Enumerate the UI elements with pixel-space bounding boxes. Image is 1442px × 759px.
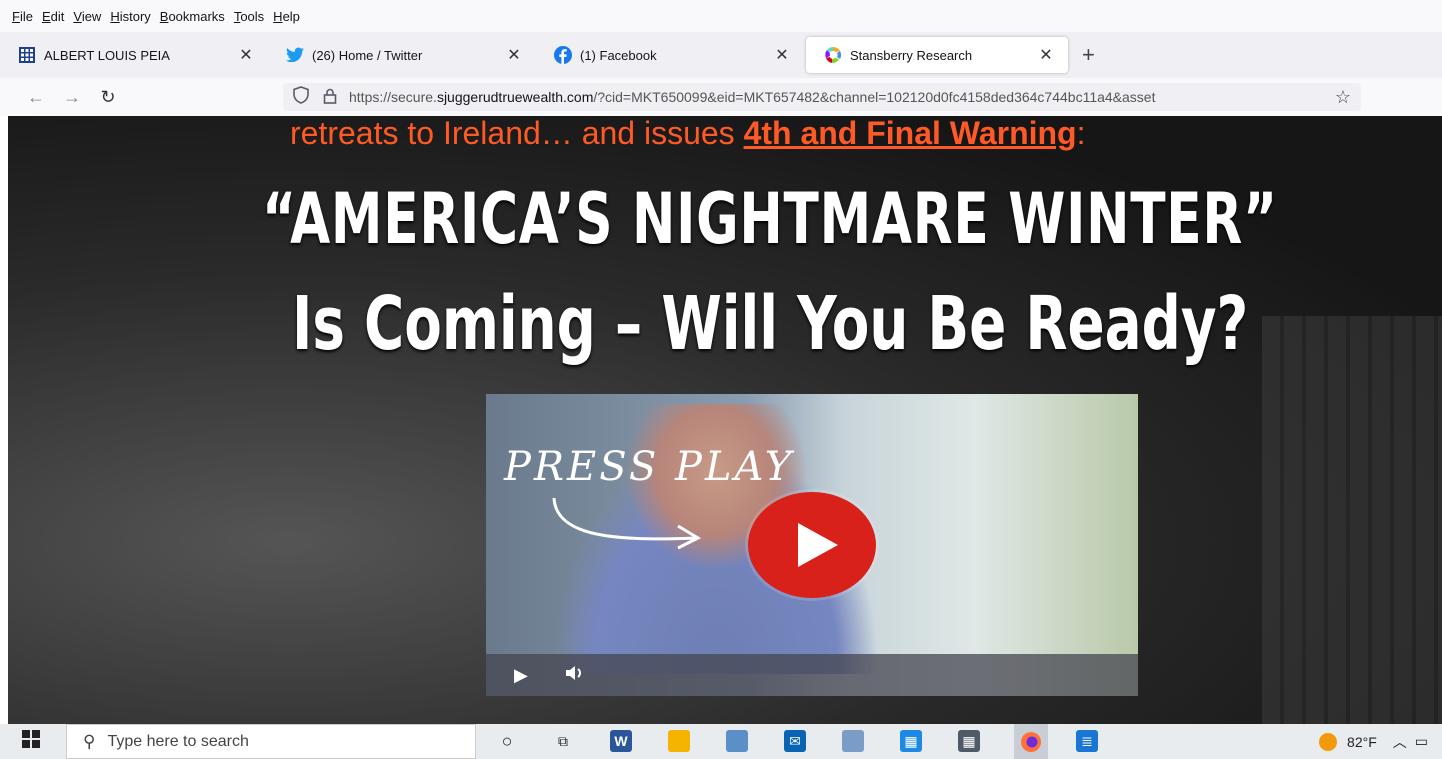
facebook-icon (554, 46, 572, 64)
video-controls: ▶ (486, 654, 1138, 696)
url-domain: sjuggerudtruewealth.com (436, 89, 594, 105)
menu-history[interactable]: History (110, 9, 150, 24)
final-warning-link[interactable]: 4th and Final Warning (744, 116, 1077, 151)
menu-bookmarks[interactable]: Bookmarks (160, 9, 225, 24)
stansberry-icon (824, 46, 842, 64)
url-path: /?cid=MKT650099&eid=MKT657482&channel=10… (593, 89, 1156, 105)
menu-file[interactable]: File (12, 9, 33, 24)
headline-top-text: retreats to Ireland… and issues (290, 116, 744, 151)
volume-icon[interactable] (564, 663, 586, 688)
press-play-label: PRESS PLAY (504, 444, 795, 490)
calendar-icon[interactable]: ▦ (900, 730, 922, 752)
temperature-label[interactable]: 82°F (1347, 734, 1377, 750)
play-button[interactable] (748, 492, 876, 598)
document-icon[interactable]: ≣ (1076, 730, 1098, 752)
file-explorer-icon[interactable] (668, 730, 690, 752)
shield-icon[interactable] (293, 86, 309, 108)
close-icon[interactable]: ✕ (238, 45, 254, 65)
tab-label: ALBERT LOUIS PEIA (44, 47, 170, 63)
url-text[interactable]: https://secure.sjuggerudtruewealth.com/?… (349, 89, 1309, 105)
weather-sun-icon[interactable] (1319, 732, 1338, 751)
arrow-icon (552, 497, 702, 550)
task-view-icon[interactable]: ⧉ (552, 730, 574, 752)
tab-albert-louis-peia[interactable]: ALBERT LOUIS PEIA ✕ (0, 37, 268, 73)
close-icon[interactable]: ✕ (774, 45, 790, 65)
word-icon[interactable]: W (610, 730, 632, 752)
url-bar[interactable]: https://secure.sjuggerudtruewealth.com/?… (283, 83, 1361, 111)
background-buildings (1262, 316, 1442, 724)
tab-stansberry-research[interactable]: Stansberry Research ✕ (806, 37, 1068, 73)
windows-start-icon[interactable] (22, 730, 56, 753)
tab-label: (26) Home / Twitter (312, 47, 423, 63)
calculator-icon[interactable]: ▦ (958, 730, 980, 752)
lock-icon[interactable] (323, 88, 337, 107)
menu-view[interactable]: View (73, 9, 101, 24)
mail-icon[interactable]: ✉ (784, 730, 806, 752)
main-title-line2: Is Coming – Will You Be Ready? (292, 281, 1249, 367)
chevron-up-icon[interactable]: ︿ (1393, 732, 1407, 752)
windows-taskbar: ⚲ Type here to search ○ ⧉ W ✉ ▦ ▦ ≣ 82°F… (0, 724, 1442, 759)
close-icon[interactable]: ✕ (506, 45, 522, 65)
battery-icon[interactable]: ▭ (1415, 733, 1428, 750)
headline-top: retreats to Ireland… and issues 4th and … (290, 116, 1085, 150)
main-title-line1: “AMERICA’S NIGHTMARE WINTER” (262, 178, 1278, 260)
video-player[interactable]: PRESS PLAY ▶ (486, 394, 1138, 696)
menu-bar: File Edit View History Bookmarks Tools H… (0, 0, 1442, 32)
forward-icon[interactable]: → (54, 87, 90, 108)
paint-icon[interactable] (842, 730, 864, 752)
system-tray: 82°F ︿ ▭ (1319, 724, 1442, 759)
tab-twitter[interactable]: (26) Home / Twitter ✕ (268, 37, 536, 73)
tab-label: (1) Facebook (580, 47, 657, 63)
bookmark-star-icon[interactable]: ☆ (1335, 87, 1351, 108)
taskbar-search-box[interactable]: ⚲ Type here to search (66, 724, 476, 759)
close-icon[interactable]: ✕ (1038, 45, 1054, 65)
web-page-content: retreats to Ireland… and issues 4th and … (0, 116, 1442, 724)
menu-edit[interactable]: Edit (42, 9, 64, 24)
new-tab-button[interactable]: + (1082, 42, 1095, 68)
tab-bar: ALBERT LOUIS PEIA ✕ (26) Home / Twitter … (0, 32, 1442, 78)
page-edge (0, 116, 8, 724)
twitter-icon (286, 46, 304, 64)
cortana-icon[interactable]: ○ (496, 730, 518, 752)
search-icon: ⚲ (83, 731, 96, 751)
grid-icon (18, 46, 36, 64)
play-control-icon[interactable]: ▶ (514, 665, 528, 686)
headline-top-colon: : (1076, 116, 1086, 151)
search-placeholder: Type here to search (107, 732, 249, 750)
tab-label: Stansberry Research (850, 47, 973, 63)
back-icon[interactable]: ← (18, 87, 54, 108)
menu-tools[interactable]: Tools (234, 9, 264, 24)
menu-help[interactable]: Help (273, 9, 300, 24)
play-icon (798, 523, 838, 567)
tab-facebook[interactable]: (1) Facebook ✕ (536, 37, 804, 73)
reload-icon[interactable]: ↻ (90, 87, 126, 108)
notepad-icon[interactable] (726, 730, 748, 752)
navigation-bar: ← → ↻ https://secure.sjuggerudtruewealth… (0, 78, 1442, 116)
firefox-icon[interactable] (1014, 724, 1048, 759)
url-prefix: https://secure. (349, 89, 437, 105)
